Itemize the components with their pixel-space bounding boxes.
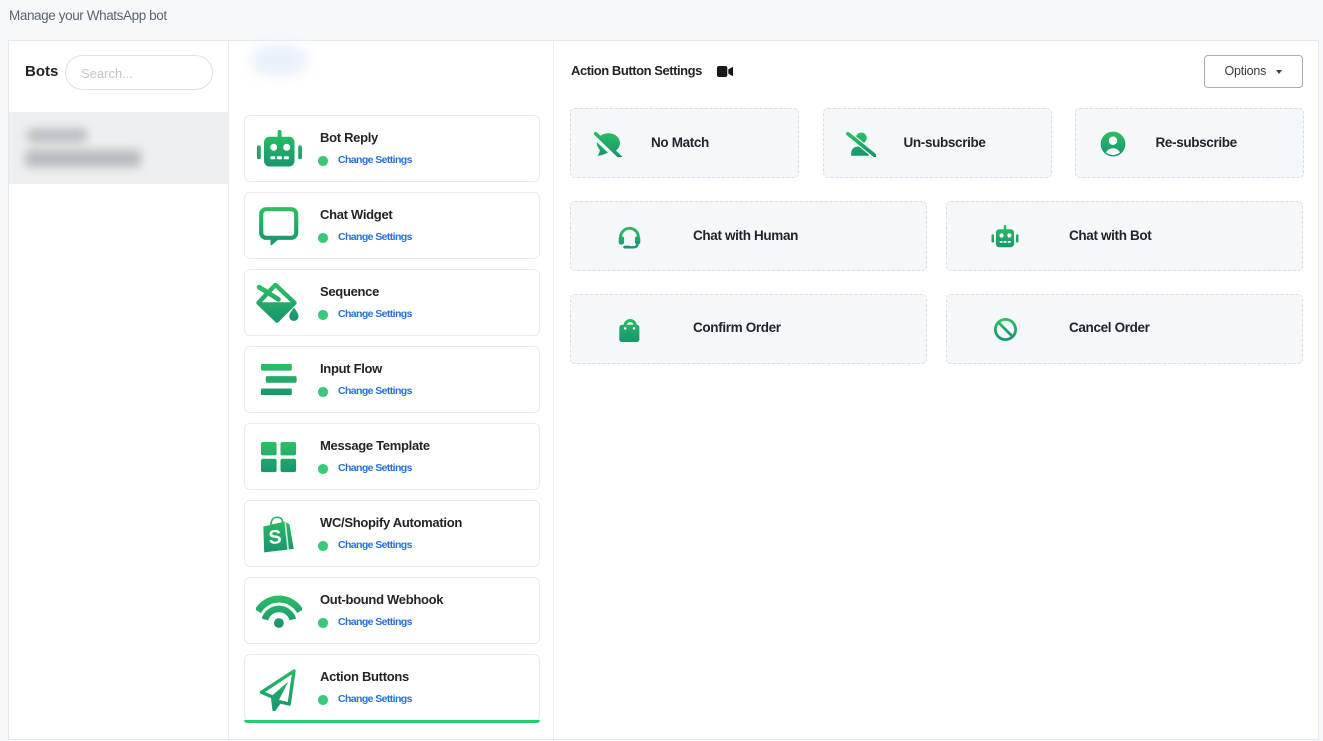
svg-text:S: S bbox=[268, 526, 283, 549]
